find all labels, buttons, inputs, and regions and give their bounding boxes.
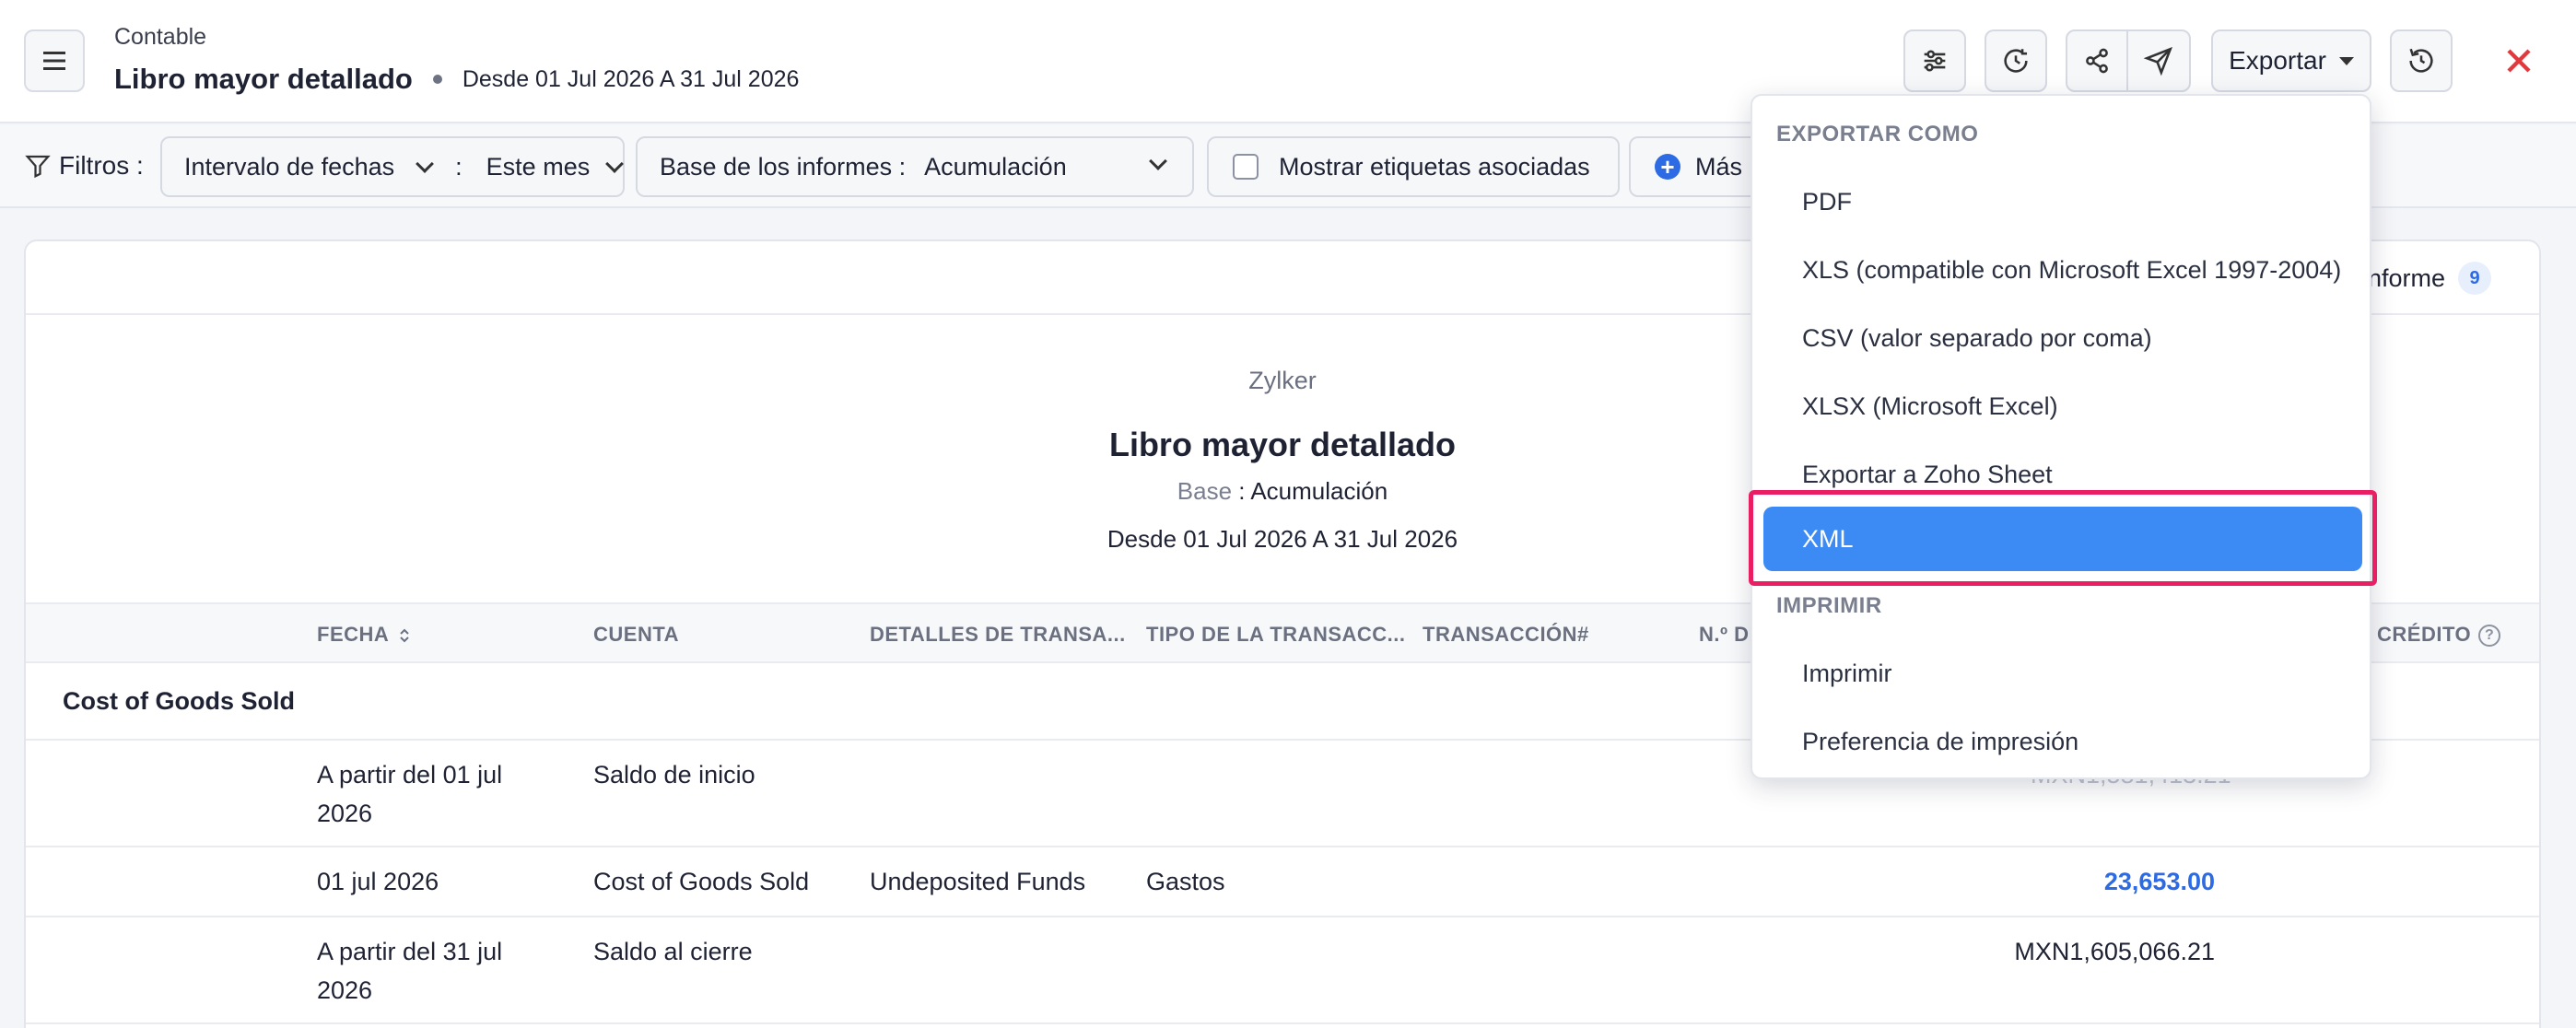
row-date: 01 jul 2026 xyxy=(317,868,439,895)
chevron-down-icon xyxy=(416,155,435,173)
row-date: A partir del 01 jul 2026 xyxy=(317,755,502,833)
share-icon xyxy=(2086,48,2108,74)
plus-circle-icon: + xyxy=(1655,154,1680,180)
print-option[interactable]: Imprimir xyxy=(1802,660,1891,688)
share-send-group xyxy=(2066,29,2191,92)
customize-report-label: informe xyxy=(2361,263,2445,292)
show-tags-toggle[interactable]: Mostrar etiquetas asociadas xyxy=(1207,136,1620,197)
row-account: Cost of Goods Sold xyxy=(593,868,810,895)
xml-highlight-frame xyxy=(1749,490,2377,586)
export-pdf-option[interactable]: PDF xyxy=(1802,188,1852,216)
row-date: A partir del 31 jul 2026 xyxy=(317,932,502,1010)
hamburger-menu-button[interactable] xyxy=(24,29,85,92)
row-account: Saldo al cierre xyxy=(593,938,753,965)
refresh-icon xyxy=(2409,48,2433,73)
sort-icon xyxy=(400,628,409,643)
group-name: Cost of Goods Sold xyxy=(63,687,295,715)
basis-value: Acumulación xyxy=(1250,477,1388,505)
hamburger-icon xyxy=(43,52,65,70)
send-icon xyxy=(2143,47,2172,76)
column-fecha-label: FECHA xyxy=(317,623,389,646)
basis-separator: : xyxy=(1238,477,1246,505)
refresh-report-button[interactable] xyxy=(2390,29,2453,92)
more-filters-label: Más xyxy=(1695,152,1743,181)
basis-filter-value: Acumulación xyxy=(924,152,1067,181)
column-credito-label: CRÉDITO xyxy=(2377,623,2472,646)
date-interval-value[interactable]: Este mes xyxy=(486,153,591,181)
column-fecha[interactable]: FECHA xyxy=(317,623,411,647)
more-filters-button[interactable]: + Más xyxy=(1629,136,1767,197)
export-section-heading: EXPORTAR COMO xyxy=(1776,122,1979,146)
customize-filters-button[interactable] xyxy=(1903,29,1966,92)
chevron-down-icon xyxy=(1149,152,1167,170)
filter-funnel-icon xyxy=(25,155,51,179)
column-transaccion: TRANSACCIÓN# xyxy=(1423,623,1589,646)
header-date-range: Desde 01 Jul 2026 A 31 Jul 2026 xyxy=(462,65,800,92)
sliders-icon xyxy=(1924,50,1946,72)
customize-count-badge: 9 xyxy=(2458,262,2491,295)
report-basis-filter[interactable]: Base de los informes : Acumulación xyxy=(636,136,1194,197)
close-icon[interactable] xyxy=(2499,41,2539,81)
show-tags-checkbox[interactable] xyxy=(1233,154,1259,180)
date-interval-label: Intervalo de fechas xyxy=(184,152,395,181)
clock-refresh-icon xyxy=(2004,49,2028,73)
basis-key: Base xyxy=(1177,477,1233,505)
show-tags-label: Mostrar etiquetas asociadas xyxy=(1279,152,1590,181)
help-circle-icon[interactable]: ? xyxy=(2478,625,2501,648)
table-row: 01 jul 2026 Cost of Goods Sold Undeposit… xyxy=(26,847,2539,917)
export-csv-option[interactable]: CSV (valor separado por coma) xyxy=(1802,324,2152,353)
column-numero: N.º DI xyxy=(1699,623,1756,646)
separator-dot xyxy=(432,75,442,84)
basis-filter-label: Base de los informes : xyxy=(660,152,907,181)
filters-label-group: Filtros : xyxy=(24,151,144,181)
filters-label: Filtros : xyxy=(59,151,144,180)
page-title: Libro mayor detallado xyxy=(114,63,413,95)
breadcrumb[interactable]: Contable xyxy=(114,24,206,51)
print-preferences-option[interactable]: Preferencia de impresión xyxy=(1802,728,2078,756)
row-type: Gastos xyxy=(1146,868,1225,895)
row-date-line1: A partir del 31 jul xyxy=(317,938,503,965)
export-dropdown-menu: EXPORTAR COMO PDF XLS (compatible con Mi… xyxy=(1751,94,2371,779)
row-account: Saldo de inicio xyxy=(593,761,755,789)
filter-separator: : xyxy=(455,152,463,181)
column-tipo: TIPO DE LA TRANSACC... xyxy=(1146,623,1406,646)
row-details: Undeposited Funds xyxy=(870,868,1086,895)
column-cuenta: CUENTA xyxy=(593,623,680,646)
chevron-down-icon xyxy=(605,155,625,173)
customize-report-link[interactable]: informe 9 xyxy=(2362,262,2491,295)
send-button[interactable] xyxy=(2128,31,2189,90)
share-button[interactable] xyxy=(2067,31,2128,90)
schedule-report-button[interactable] xyxy=(1985,29,2047,92)
row-amount-link[interactable]: 23,653.00 xyxy=(1938,862,2215,901)
title-row: Libro mayor detallado Desde 01 Jul 2026 … xyxy=(114,63,799,96)
export-dropdown-button[interactable]: Exportar xyxy=(2211,29,2371,92)
row-date-line1: A partir del 01 jul xyxy=(317,761,503,789)
caret-down-icon xyxy=(2338,56,2354,65)
column-credito: CRÉDITO? xyxy=(2377,623,2501,648)
export-button-label: Exportar xyxy=(2229,46,2326,75)
column-detalles: DETALLES DE TRANSA... xyxy=(870,623,1126,646)
export-zoho-sheet-option[interactable]: Exportar a Zoho Sheet xyxy=(1802,461,2053,489)
export-xls-option[interactable]: XLS (compatible con Microsoft Excel 1997… xyxy=(1802,256,2341,285)
export-xlsx-option[interactable]: XLSX (Microsoft Excel) xyxy=(1802,392,2058,421)
date-interval-filter[interactable]: Intervalo de fechas : Este mes xyxy=(160,136,625,197)
row-date-line2: 2026 xyxy=(317,800,373,827)
table-row: A partir del 31 jul 2026 Saldo al cierre… xyxy=(26,917,2539,1024)
print-section-heading: IMPRIMIR xyxy=(1776,593,1882,618)
row-date-line2: 2026 xyxy=(317,976,373,1004)
row-amount: MXN1,605,066.21 xyxy=(2014,938,2215,965)
